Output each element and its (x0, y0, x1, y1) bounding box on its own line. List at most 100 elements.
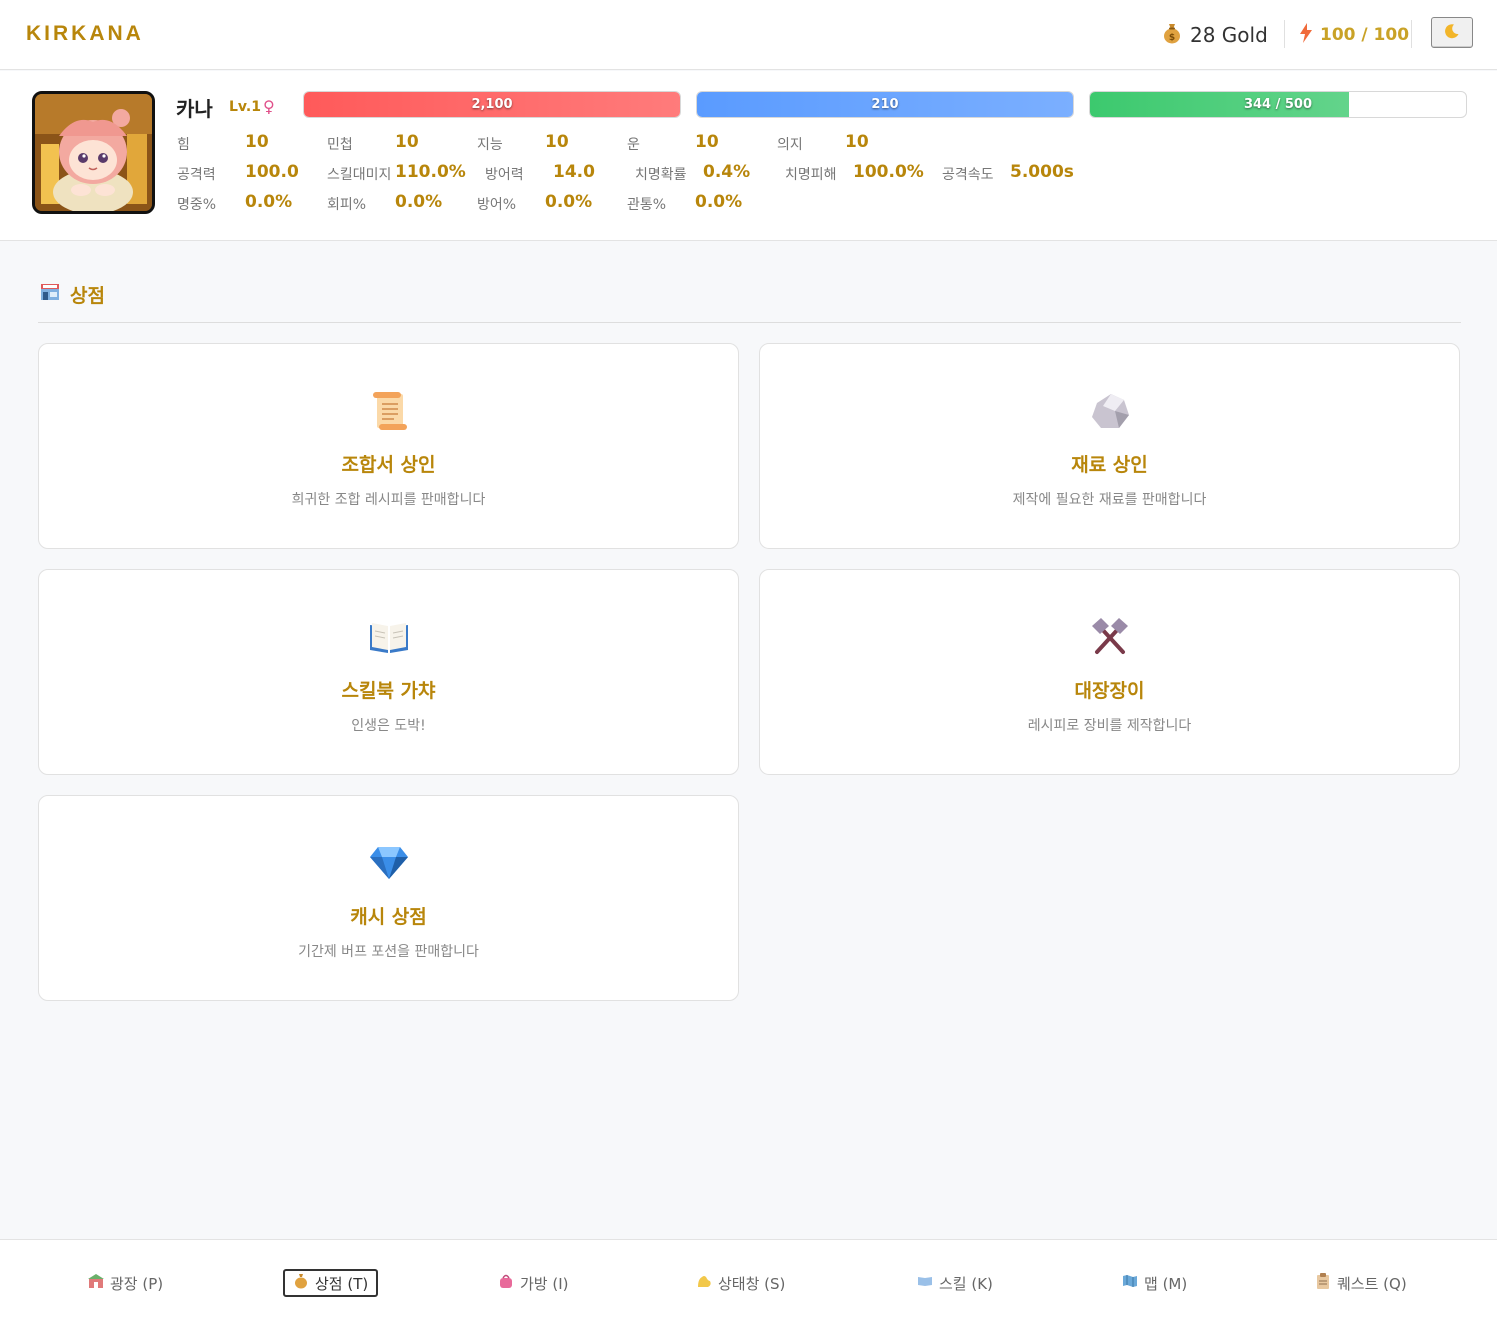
nav-label: 가방 (I) (520, 1274, 569, 1293)
shop-card-material-merchant[interactable]: 재료 상인 제작에 필요한 재료를 판매합니다 (759, 343, 1460, 549)
card-description: 레시피로 장비를 제작합니다 (1027, 718, 1192, 734)
card-description: 희귀한 조합 레시피를 판매합니다 (291, 492, 486, 508)
stat-value: 110.0% (395, 162, 466, 182)
hp-bar: 2,100 (303, 91, 681, 118)
muscle-icon (696, 1273, 712, 1293)
card-description: 인생은 도박! (351, 718, 426, 734)
svg-text:$: $ (1169, 33, 1175, 43)
stat-value: 0.0% (395, 192, 443, 212)
stat-value: 10 (245, 132, 269, 152)
stat-value: 100.0% (853, 162, 924, 182)
money-bag-icon: $ (1162, 22, 1182, 49)
gold-amount: 28 Gold (1190, 23, 1268, 47)
store-icon (40, 282, 60, 307)
character-name: 카나 (176, 97, 213, 121)
theme-toggle-button[interactable] (1431, 17, 1473, 48)
stat-label: 방어% (477, 197, 517, 213)
book-icon (917, 1275, 933, 1291)
scroll-icon (369, 390, 409, 436)
stat-value: 100.0 (245, 162, 299, 182)
energy-display: 100 / 100 (1300, 21, 1409, 49)
money-bag-icon (293, 1273, 309, 1293)
stat-label: 회피% (327, 197, 367, 213)
exp-bar: 344 / 500 (1089, 91, 1467, 118)
stat-label: 의지 (777, 137, 803, 153)
nav-label: 상점 (T) (315, 1274, 369, 1293)
card-title: 대장장이 (1074, 680, 1145, 702)
stat-label: 공격속도 (942, 167, 994, 183)
clipboard-icon (1315, 1273, 1331, 1293)
hammers-icon (1089, 616, 1131, 662)
gold-display: $ 28 Gold (1162, 21, 1268, 49)
nav-label: 상태창 (S) (718, 1274, 786, 1293)
mp-bar-label: 210 (871, 97, 899, 112)
nav-bag[interactable]: 가방 (I) (490, 1269, 577, 1297)
stat-label: 지능 (477, 137, 503, 153)
gem-icon (368, 845, 410, 885)
shop-card-skillbook-gacha[interactable]: 스킬북 가챠 인생은 도박! (38, 569, 739, 775)
stat-value: 5.000s (1010, 162, 1074, 182)
stat-value: 10 (695, 132, 719, 152)
character-level: Lv.1 (229, 99, 261, 115)
stat-label: 운 (627, 137, 640, 153)
nav-label: 퀘스트 (Q) (1337, 1274, 1407, 1293)
card-description: 제작에 필요한 재료를 판매합니다 (1012, 492, 1207, 508)
nav-skill[interactable]: 스킬 (K) (909, 1269, 1001, 1297)
stat-value: 0.0% (695, 192, 743, 212)
nav-label: 광장 (P) (110, 1274, 164, 1293)
card-title: 조합서 상인 (341, 454, 436, 476)
energy-amount: 100 / 100 (1320, 25, 1410, 45)
nav-plaza[interactable]: 광장 (P) (80, 1269, 171, 1297)
stat-label: 명중% (177, 197, 217, 213)
shop-card-cash-shop[interactable]: 캐시 상점 기간제 버프 포션을 판매합니다 (38, 795, 739, 1001)
stat-label: 관통% (627, 197, 667, 213)
card-description: 기간제 버프 포션을 판매합니다 (298, 944, 479, 960)
card-title: 재료 상인 (1071, 454, 1148, 476)
stat-value: 0.0% (545, 192, 593, 212)
stat-label: 방어력 (485, 167, 524, 183)
stat-value: 10 (545, 132, 569, 152)
plaza-icon (88, 1274, 104, 1292)
mp-bar: 210 (696, 91, 1074, 118)
open-book-icon (368, 619, 410, 659)
hp-bar-label: 2,100 (471, 97, 513, 112)
stat-value: 14.0 (553, 162, 595, 182)
stat-label: 민첩 (327, 137, 353, 153)
rock-icon (1089, 391, 1131, 435)
character-avatar[interactable] (32, 91, 155, 214)
section-divider (38, 322, 1461, 323)
top-bar: KIRKANA $ 28 Gold 100 / 100 (0, 0, 1497, 70)
nav-label: 맵 (M) (1144, 1274, 1188, 1293)
stat-label: 치명피해 (785, 167, 837, 183)
character-panel: 카나 Lv.1 ♀ 2,100 210 344 / 500 힘 10 민첩 10… (0, 71, 1497, 241)
stat-label: 치명확률 (635, 167, 687, 183)
app-logo[interactable]: KIRKANA (26, 22, 144, 46)
moon-icon (1444, 23, 1460, 43)
shop-card-recipe-merchant[interactable]: 조합서 상인 희귀한 조합 레시피를 판매합니다 (38, 343, 739, 549)
stat-value: 10 (845, 132, 869, 152)
divider (1411, 20, 1412, 48)
stat-label: 스킬대미지 (327, 167, 392, 183)
stat-value: 0.4% (703, 162, 751, 182)
card-title: 스킬북 가챠 (341, 680, 436, 702)
stat-value: 0.0% (245, 192, 293, 212)
stat-value: 10 (395, 132, 419, 152)
map-icon (1122, 1274, 1138, 1292)
bottom-nav: 광장 (P) 상점 (T) 가방 (I) 상태창 (S) 스킬 (K) 맵 (M… (0, 1239, 1497, 1326)
nav-shop[interactable]: 상점 (T) (283, 1269, 379, 1297)
stat-label: 공격력 (177, 167, 216, 183)
divider (1284, 20, 1285, 48)
nav-map[interactable]: 맵 (M) (1114, 1269, 1195, 1297)
shop-title-text: 상점 (70, 285, 105, 307)
shop-card-blacksmith[interactable]: 대장장이 레시피로 장비를 제작합니다 (759, 569, 1460, 775)
shop-section-title: 상점 (40, 281, 105, 308)
exp-bar-label: 344 / 500 (1243, 97, 1313, 112)
lightning-icon (1300, 22, 1312, 48)
nav-label: 스킬 (K) (939, 1274, 993, 1293)
gender-icon: ♀ (263, 97, 275, 116)
nav-status[interactable]: 상태창 (S) (688, 1269, 793, 1297)
stat-label: 힘 (177, 137, 190, 153)
nav-quest[interactable]: 퀘스트 (Q) (1307, 1269, 1415, 1297)
bag-icon (498, 1273, 514, 1293)
card-title: 캐시 상점 (350, 906, 427, 928)
